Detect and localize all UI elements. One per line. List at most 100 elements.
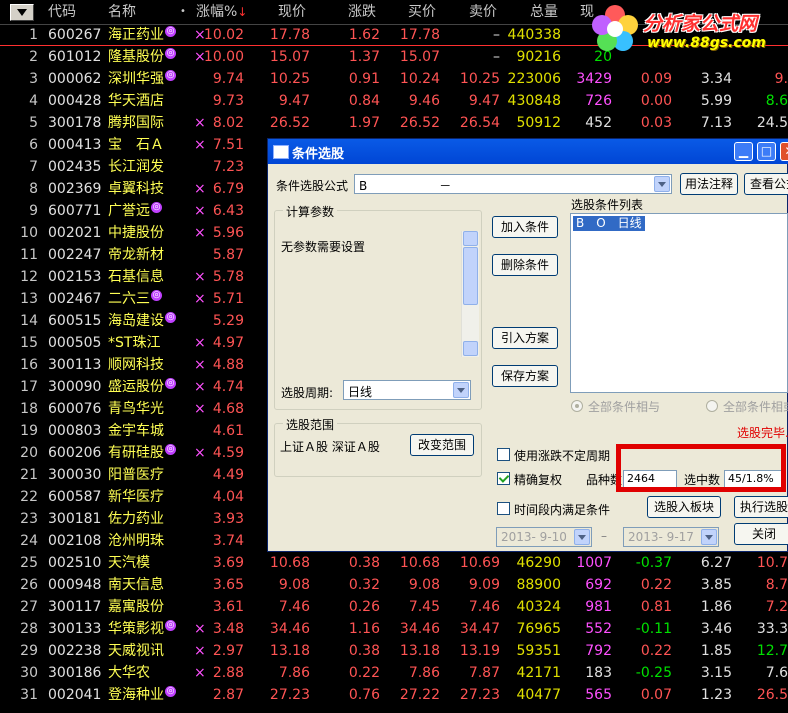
- dialog-titlebar[interactable]: 条件选股 ▁ □ ✕: [268, 139, 788, 164]
- condition-list-item[interactable]: B O 日线: [573, 216, 645, 231]
- col-ask-header[interactable]: 卖价: [469, 3, 497, 21]
- table-row[interactable]: 3 000062 深圳华强 ◎ 9.74 10.25 0.91 10.24 10.25 22300…: [0, 68, 788, 90]
- formula-value: B －: [359, 179, 452, 193]
- row-current: 552: [585, 621, 612, 637]
- close-icon: ✕: [781, 143, 788, 160]
- info-badge-icon[interactable]: ◎: [165, 48, 176, 59]
- radio-all-and[interactable]: [571, 400, 583, 412]
- row-pct: 4.68: [212, 401, 244, 417]
- table-row[interactable]: 27 300117 嘉寓股份 3.61 7.46 0.26 7.45 7.46 40324 981…: [0, 596, 788, 618]
- scroll-thumb[interactable]: [463, 247, 478, 305]
- close-button[interactable]: 关闭: [734, 523, 788, 545]
- row-bid: 7.86: [408, 665, 440, 681]
- info-badge-icon[interactable]: ◎: [165, 26, 176, 37]
- row-pct: 3.65: [212, 577, 244, 593]
- save-plan-button[interactable]: 保存方案: [492, 365, 558, 387]
- minimize-button[interactable]: ▁: [734, 142, 753, 161]
- table-row[interactable]: 28 300133 华策影视 ◎ × 3.48 34.46 1.16 34.46 34.47 769…: [0, 618, 788, 640]
- info-badge-icon[interactable]: ◎: [165, 70, 176, 81]
- add-to-board-button[interactable]: 选股入板块: [647, 496, 721, 518]
- grid-menu-button[interactable]: [10, 4, 34, 21]
- row-name-cell: 金宇车城: [108, 422, 164, 440]
- row-index: 26: [20, 577, 38, 593]
- row-index: 21: [20, 467, 38, 483]
- info-badge-icon[interactable]: ◎: [165, 378, 176, 389]
- run-selection-button[interactable]: 执行选股: [734, 496, 788, 518]
- row-code: 000948: [48, 577, 102, 593]
- row-code: 300178: [48, 115, 102, 131]
- col-volume-header[interactable]: 总量: [530, 3, 558, 21]
- info-badge-icon[interactable]: ◎: [165, 686, 176, 697]
- chk-unfixed-period[interactable]: [497, 448, 510, 461]
- radio-all-or[interactable]: [706, 400, 718, 412]
- row-price: 10.25: [269, 71, 310, 87]
- col-price-header[interactable]: 现价: [278, 3, 306, 21]
- delete-condition-button[interactable]: 删除条件: [492, 254, 558, 276]
- table-row[interactable]: 25 002510 天汽模 3.69 10.68 0.38 10.68 10.69 46290 1…: [0, 552, 788, 574]
- col-code-header[interactable]: 代码: [48, 3, 76, 21]
- table-row[interactable]: 4 000428 华天酒店 9.73 9.47 0.84 9.46 9.47 430848 726…: [0, 90, 788, 112]
- row-change: 0.76: [348, 687, 380, 703]
- import-plan-button[interactable]: 引入方案: [492, 327, 558, 349]
- row-name: 大华农: [108, 665, 150, 681]
- add-condition-button[interactable]: 加入条件: [492, 216, 558, 238]
- view-formula-button[interactable]: 查看公式: [744, 173, 788, 195]
- condition-list[interactable]: B O 日线: [570, 213, 788, 393]
- range-group: 选股范围 上证Ａ股 深证Ａ股 改变范围: [274, 416, 482, 477]
- col-name-header[interactable]: 名称: [108, 3, 136, 21]
- col-pct-header[interactable]: 涨幅%↓: [196, 3, 247, 21]
- row-name-cell: 大华农: [108, 664, 150, 682]
- row-pct: 5.71: [212, 291, 244, 307]
- row-speed: 0.07: [640, 687, 672, 703]
- table-row[interactable]: 5 300178 腾邦国际 × 8.02 26.52 1.97 26.52 26.54 50912…: [0, 112, 788, 134]
- row-pct: 5.96: [212, 225, 244, 241]
- row-price: 9.08: [278, 577, 310, 593]
- row-ask: 10.69: [459, 555, 500, 571]
- chevron-down-icon[interactable]: [574, 529, 590, 545]
- scroll-up-icon[interactable]: [463, 231, 478, 246]
- col-bid-header[interactable]: 买价: [408, 3, 436, 21]
- period-label: 选股周期:: [281, 386, 334, 400]
- row-ask: 7.46: [468, 599, 500, 615]
- row-name-cell: 有研硅股 ◎: [108, 444, 176, 462]
- maximize-button[interactable]: □: [757, 142, 776, 161]
- info-badge-icon[interactable]: ◎: [165, 620, 176, 631]
- chk-time-range[interactable]: [497, 502, 510, 515]
- chevron-down-icon[interactable]: [654, 176, 670, 192]
- table-row[interactable]: 26 000948 南天信息 3.65 9.08 0.32 9.08 9.09 88900 692…: [0, 574, 788, 596]
- change-range-button[interactable]: 改变范围: [410, 434, 474, 456]
- row-pct: 4.97: [212, 335, 244, 351]
- row-bid: 26.52: [399, 115, 440, 131]
- date-to-field[interactable]: 2013- 9-17: [623, 527, 719, 547]
- row-pct: 9.74: [212, 71, 244, 87]
- row-name-cell: 南天信息: [108, 576, 164, 594]
- row-change: 1.37: [348, 49, 380, 65]
- table-row[interactable]: 30 300186 大华农 × 2.88 7.86 0.22 7.86 7.87 42171 183…: [0, 662, 788, 684]
- row-pct: 2.87: [212, 687, 244, 703]
- chk-precise-adjust[interactable]: [497, 472, 510, 485]
- row-current: 692: [585, 577, 612, 593]
- row-code: 600267: [48, 27, 102, 43]
- row-index: 3: [29, 71, 38, 87]
- row-name: 卓翼科技: [108, 181, 164, 197]
- date-from-field[interactable]: 2013- 9-10: [496, 527, 592, 547]
- info-badge-icon[interactable]: ◎: [165, 444, 176, 455]
- table-row[interactable]: 31 002041 登海种业 ◎ 2.87 27.23 0.76 27.22 27.23 4047…: [0, 684, 788, 706]
- info-badge-icon[interactable]: ◎: [151, 290, 162, 301]
- formula-select[interactable]: B －: [354, 174, 672, 194]
- row-name-cell: 广誉远 ◎: [108, 202, 162, 220]
- col-change-header[interactable]: 涨跌: [348, 3, 376, 21]
- period-select[interactable]: 日线: [343, 380, 471, 400]
- chevron-down-icon[interactable]: [701, 529, 717, 545]
- table-row[interactable]: 29 002238 天威视讯 × 2.97 13.18 0.38 13.18 13.19 5935…: [0, 640, 788, 662]
- row-change: 1.62: [348, 27, 380, 43]
- usage-note-button[interactable]: 用法注释: [680, 173, 738, 195]
- info-badge-icon[interactable]: ◎: [165, 312, 176, 323]
- close-window-button[interactable]: ✕: [780, 142, 788, 161]
- chevron-down-icon[interactable]: [453, 382, 469, 398]
- scroll-down-icon[interactable]: [463, 341, 478, 356]
- row-code: 300113: [48, 357, 102, 373]
- info-badge-icon[interactable]: ◎: [151, 202, 162, 213]
- params-scrollbar[interactable]: [461, 231, 479, 357]
- row-turnover: 1.23: [700, 687, 732, 703]
